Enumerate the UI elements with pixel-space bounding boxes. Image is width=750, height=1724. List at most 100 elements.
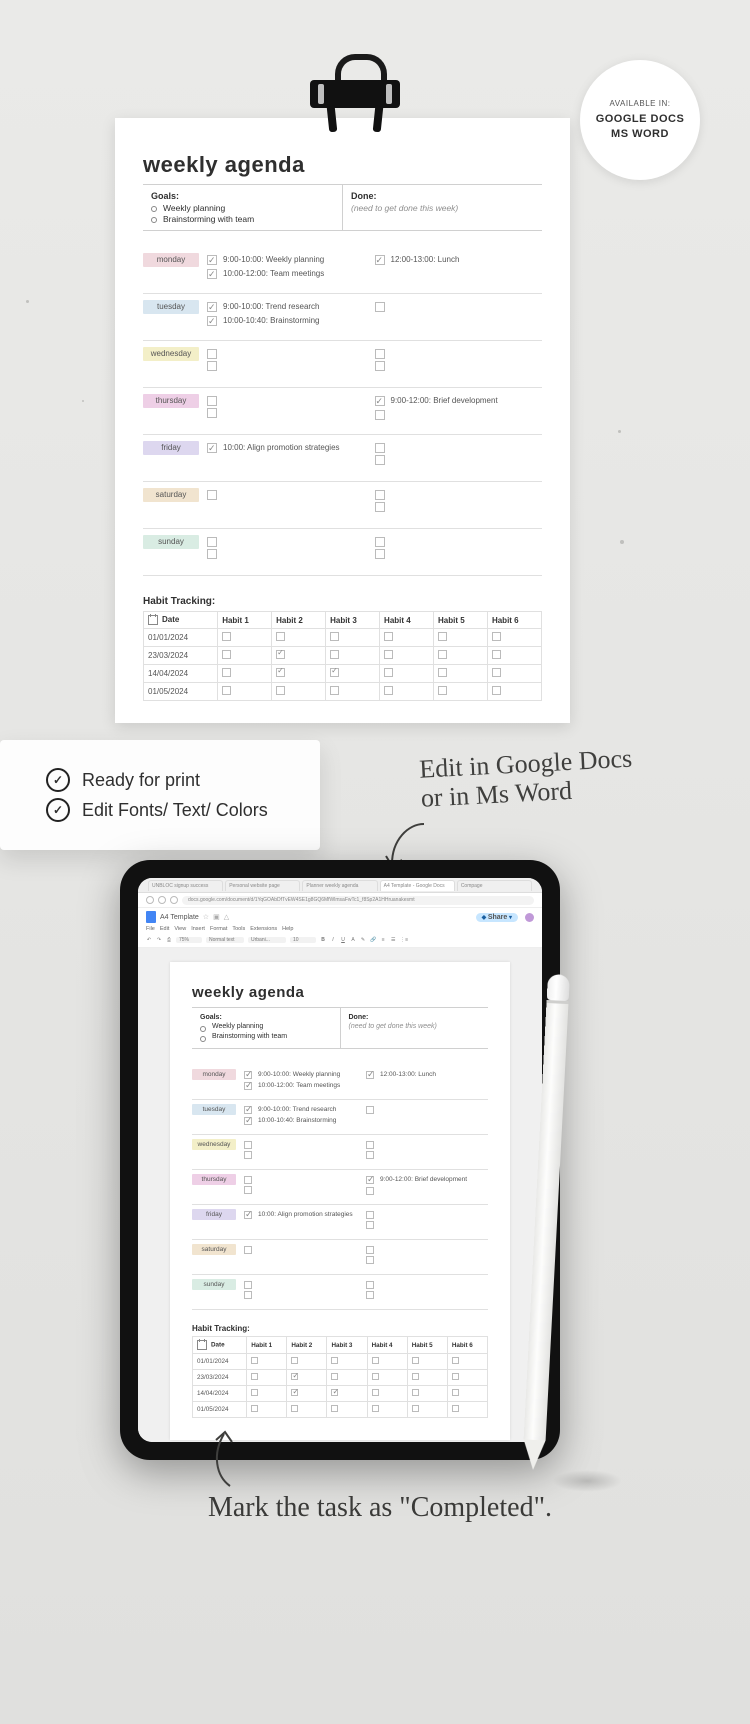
checkbox-icon[interactable] — [207, 490, 217, 500]
checkbox-icon[interactable] — [207, 302, 217, 312]
nav-fwd-icon[interactable] — [158, 896, 166, 904]
habit-checkbox[interactable] — [438, 686, 447, 695]
habit-checkbox[interactable] — [291, 1389, 298, 1396]
checkbox-icon[interactable] — [366, 1256, 374, 1264]
checkbox-icon[interactable] — [366, 1281, 374, 1289]
gdocs-canvas[interactable]: weekly agenda Goals: Weekly planningBrai… — [138, 948, 542, 1442]
checkbox-icon[interactable] — [207, 316, 217, 326]
checkbox-icon[interactable] — [207, 349, 217, 359]
menu-insert[interactable]: Insert — [191, 926, 205, 932]
underline-icon[interactable]: U — [340, 936, 346, 944]
menu-edit[interactable]: Edit — [160, 926, 169, 932]
habit-checkbox[interactable] — [438, 668, 447, 677]
checkbox-icon[interactable] — [375, 490, 385, 500]
habit-checkbox[interactable] — [372, 1405, 379, 1412]
highlight-icon[interactable]: ✎ — [360, 936, 366, 944]
habit-checkbox[interactable] — [251, 1373, 258, 1380]
profile-avatar[interactable] — [525, 913, 534, 922]
checkbox-icon[interactable] — [207, 408, 217, 418]
star-icon[interactable]: ☆ — [203, 913, 209, 921]
textcolor-icon[interactable]: A — [350, 936, 356, 944]
cloud-icon[interactable]: △ — [224, 913, 229, 921]
share-button[interactable]: ◆ Share ▾ — [476, 913, 518, 922]
checkbox-icon[interactable] — [375, 549, 385, 559]
habit-checkbox[interactable] — [412, 1389, 419, 1396]
checkbox-icon[interactable] — [244, 1151, 252, 1159]
checkbox-icon[interactable] — [244, 1071, 252, 1079]
list-icon[interactable]: ☰ — [390, 936, 396, 944]
checkbox-icon[interactable] — [244, 1291, 252, 1299]
checkbox-icon[interactable] — [244, 1186, 252, 1194]
menu-help[interactable]: Help — [282, 926, 293, 932]
checkbox-icon[interactable] — [375, 455, 385, 465]
checkbox-icon[interactable] — [207, 361, 217, 371]
habit-checkbox[interactable] — [452, 1389, 459, 1396]
menu-tools[interactable]: Tools — [232, 926, 245, 932]
checkbox-icon[interactable] — [366, 1176, 374, 1184]
habit-checkbox[interactable] — [222, 668, 231, 677]
habit-checkbox[interactable] — [276, 668, 285, 677]
bold-icon[interactable]: B — [320, 936, 326, 944]
browser-tab[interactable]: Planner weekly agenda — [302, 880, 377, 891]
browser-tab[interactable]: Compage — [457, 880, 532, 891]
habit-checkbox[interactable] — [452, 1373, 459, 1380]
checkbox-icon[interactable] — [244, 1211, 252, 1219]
checkbox-icon[interactable] — [375, 443, 385, 453]
folder-icon[interactable]: ▣ — [213, 913, 220, 921]
checkbox-icon[interactable] — [375, 396, 385, 406]
habit-checkbox[interactable] — [331, 1389, 338, 1396]
checkbox-icon[interactable] — [244, 1082, 252, 1090]
menu-extensions[interactable]: Extensions — [250, 926, 277, 932]
habit-checkbox[interactable] — [452, 1405, 459, 1412]
doc-page[interactable]: weekly agenda Goals: Weekly planningBrai… — [170, 962, 510, 1440]
checkbox-icon[interactable] — [375, 361, 385, 371]
checkbox-icon[interactable] — [366, 1106, 374, 1114]
checkbox-icon[interactable] — [375, 255, 385, 265]
habit-checkbox[interactable] — [291, 1405, 298, 1412]
checkbox-icon[interactable] — [207, 396, 217, 406]
checkbox-icon[interactable] — [244, 1106, 252, 1114]
habit-checkbox[interactable] — [438, 650, 447, 659]
checkbox-icon[interactable] — [375, 302, 385, 312]
habit-checkbox[interactable] — [372, 1389, 379, 1396]
align-icon[interactable]: ≡ — [380, 936, 386, 944]
habit-checkbox[interactable] — [492, 668, 501, 677]
browser-tab[interactable]: Personal website page — [225, 880, 300, 891]
habit-checkbox[interactable] — [331, 1357, 338, 1364]
habit-checkbox[interactable] — [372, 1357, 379, 1364]
checkbox-icon[interactable] — [366, 1071, 374, 1079]
habit-checkbox[interactable] — [330, 668, 339, 677]
habit-checkbox[interactable] — [222, 650, 231, 659]
menu-format[interactable]: Format — [210, 926, 227, 932]
menu-file[interactable]: File — [146, 926, 155, 932]
print-icon[interactable]: ⎙ — [166, 936, 172, 944]
checkbox-icon[interactable] — [244, 1246, 252, 1254]
habit-checkbox[interactable] — [384, 632, 393, 641]
checkbox-icon[interactable] — [375, 410, 385, 420]
doc-name[interactable]: A4 Template — [160, 914, 199, 921]
habit-checkbox[interactable] — [412, 1357, 419, 1364]
habit-checkbox[interactable] — [438, 632, 447, 641]
habit-checkbox[interactable] — [330, 686, 339, 695]
undo-icon[interactable]: ↶ — [146, 936, 152, 944]
habit-checkbox[interactable] — [330, 650, 339, 659]
checkbox-icon[interactable] — [366, 1151, 374, 1159]
habit-checkbox[interactable] — [372, 1373, 379, 1380]
checkbox-icon[interactable] — [366, 1246, 374, 1254]
habit-checkbox[interactable] — [276, 632, 285, 641]
habit-checkbox[interactable] — [276, 650, 285, 659]
checkbox-icon[interactable] — [207, 443, 217, 453]
habit-checkbox[interactable] — [222, 632, 231, 641]
habit-checkbox[interactable] — [222, 686, 231, 695]
habit-checkbox[interactable] — [492, 632, 501, 641]
menu-view[interactable]: View — [174, 926, 186, 932]
habit-checkbox[interactable] — [251, 1357, 258, 1364]
checkbox-icon[interactable] — [244, 1281, 252, 1289]
checkbox-icon[interactable] — [366, 1291, 374, 1299]
font-select[interactable]: Urbani... — [248, 937, 286, 943]
nav-back-icon[interactable] — [146, 896, 154, 904]
checkbox-icon[interactable] — [366, 1211, 374, 1219]
checkbox-icon[interactable] — [366, 1221, 374, 1229]
habit-checkbox[interactable] — [331, 1405, 338, 1412]
style-select[interactable]: Normal text — [206, 937, 244, 943]
